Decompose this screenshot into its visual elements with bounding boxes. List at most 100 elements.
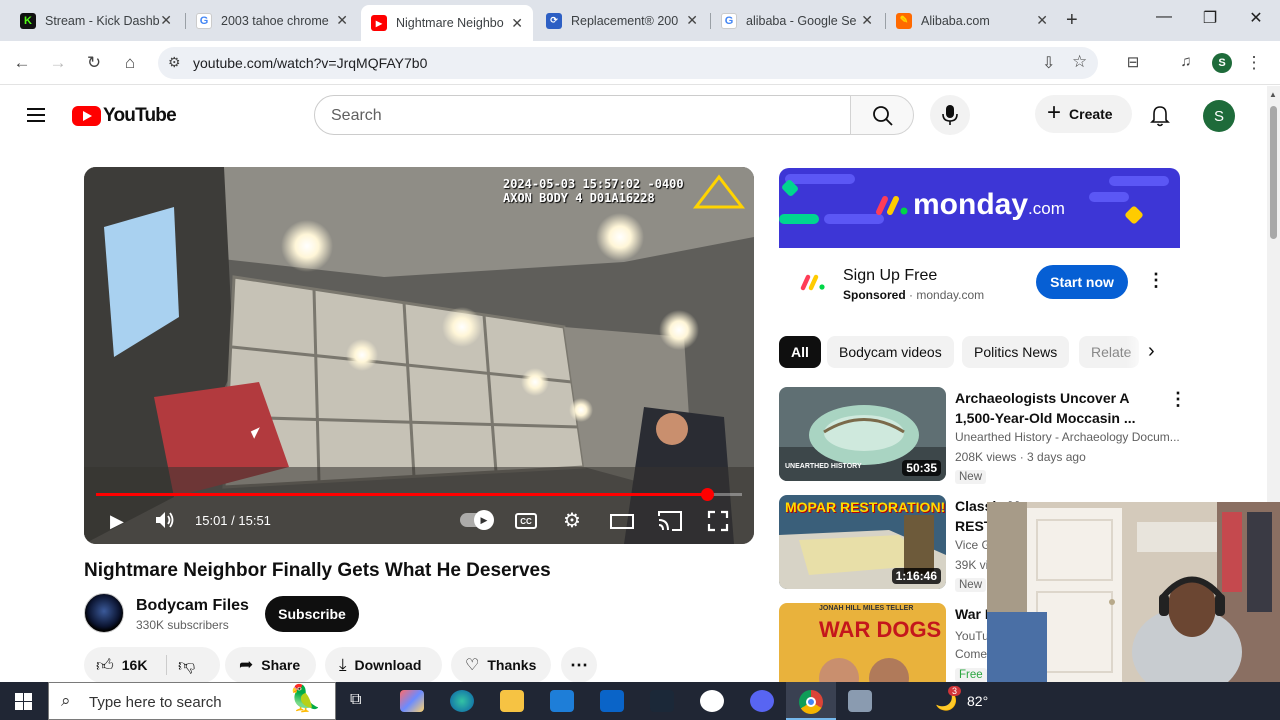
obs-icon[interactable] bbox=[700, 690, 724, 712]
close-tab-icon[interactable]: ✕ bbox=[686, 12, 698, 29]
edge-icon[interactable] bbox=[450, 690, 474, 712]
create-button[interactable]: + Create bbox=[1035, 95, 1132, 133]
tab-kick[interactable]: K Stream - Kick Dashb ✕ bbox=[10, 6, 182, 35]
install-app-icon[interactable]: ⇩ bbox=[1042, 53, 1055, 73]
thanks-heart-dollar-icon: ♡ bbox=[465, 657, 480, 674]
autoplay-toggle[interactable]: ▶ bbox=[460, 510, 494, 530]
close-window-icon[interactable]: ✕ bbox=[1233, 8, 1279, 28]
outlook-icon[interactable] bbox=[600, 690, 624, 712]
start-now-button[interactable]: Start now bbox=[1036, 265, 1128, 299]
progress-bar[interactable] bbox=[96, 488, 742, 501]
close-tab-icon[interactable]: ✕ bbox=[861, 12, 873, 29]
channel-name[interactable]: Unearthed History - Archaeology Docum... bbox=[955, 430, 1180, 444]
cast-icon[interactable] bbox=[657, 510, 683, 532]
recommended-video[interactable]: UNEARTHED HISTORY 50:35 Archaeologists U… bbox=[779, 387, 1187, 484]
chrome-taskbar-active[interactable] bbox=[786, 682, 836, 720]
volume-icon[interactable] bbox=[154, 510, 176, 530]
chip-all[interactable]: All bbox=[779, 336, 821, 368]
voice-search-button[interactable] bbox=[930, 95, 970, 135]
back-icon[interactable]: ← bbox=[11, 53, 33, 73]
tab-label: 2003 tahoe chrome bbox=[221, 13, 329, 28]
forward-icon[interactable]: → bbox=[47, 53, 69, 73]
chip-politics-news[interactable]: Politics News bbox=[962, 336, 1070, 368]
task-view-icon[interactable]: ⧉ bbox=[350, 691, 361, 709]
share-button[interactable]: ➦ Share bbox=[225, 647, 316, 683]
download-button[interactable]: ⤓ Download bbox=[325, 647, 442, 683]
close-tab-icon[interactable]: ✕ bbox=[336, 12, 348, 29]
video-title[interactable]: Archaeologists Uncover A 1,500-Year-Old … bbox=[955, 388, 1151, 428]
settings-gear-icon[interactable]: ⚙ bbox=[563, 508, 581, 533]
bodycam-device-id: AXON BODY 4 D01A16228 bbox=[503, 191, 655, 205]
video-thumbnail[interactable]: UNEARTHED HISTORY 50:35 bbox=[779, 387, 946, 481]
tab-alibaba[interactable]: ✎ Alibaba.com ✕ bbox=[886, 6, 1058, 35]
search-icon bbox=[873, 106, 893, 126]
search-input[interactable]: Search bbox=[314, 95, 851, 135]
subscribe-button[interactable]: Subscribe bbox=[265, 596, 359, 632]
notifications-bell-icon[interactable] bbox=[1150, 105, 1170, 127]
chevron-right-icon[interactable]: › bbox=[1148, 340, 1155, 363]
like-dislike-group: 👍︎ 16K 👎︎ bbox=[84, 647, 220, 683]
chip-bodycam-videos[interactable]: Bodycam videos bbox=[827, 336, 954, 368]
tab-label: alibaba - Google Se bbox=[746, 13, 857, 28]
more-actions-icon[interactable]: ⋯ bbox=[561, 647, 597, 683]
user-avatar[interactable]: S bbox=[1203, 100, 1235, 132]
menu-kebab-icon[interactable]: ⋮ bbox=[1243, 53, 1265, 73]
discord-icon[interactable] bbox=[750, 690, 774, 712]
video-player[interactable]: 2024-05-03 15:57:02 -0400 AXON BODY 4 D0… bbox=[84, 167, 754, 544]
reload-icon[interactable]: ↻ bbox=[83, 53, 105, 73]
channel-avatar[interactable] bbox=[84, 593, 124, 633]
minimize-icon[interactable]: — bbox=[1141, 8, 1187, 26]
fullscreen-icon[interactable] bbox=[707, 510, 729, 532]
ad-banner-image[interactable]: monday .com bbox=[779, 168, 1180, 248]
steam-icon[interactable] bbox=[650, 690, 674, 712]
app-window-icon[interactable] bbox=[848, 690, 872, 712]
monday-brand: monday bbox=[913, 188, 1029, 221]
scroll-up-icon[interactable]: ▲ bbox=[1269, 90, 1277, 99]
close-tab-icon[interactable]: ✕ bbox=[1036, 12, 1048, 29]
like-button[interactable]: 👍︎ 16K bbox=[84, 647, 166, 683]
new-tab-icon[interactable]: + bbox=[1066, 9, 1078, 32]
theater-mode-icon[interactable] bbox=[610, 514, 634, 529]
tab-google-tahoe[interactable]: G 2003 tahoe chrome ✕ bbox=[186, 6, 358, 35]
captions-icon[interactable]: CC bbox=[515, 513, 537, 529]
tab-label: Nightmare Neighbo bbox=[396, 16, 504, 30]
close-tab-icon[interactable]: ✕ bbox=[511, 15, 523, 32]
video-thumbnail[interactable]: MOPAR RESTORATION! 1:16:46 bbox=[779, 495, 946, 589]
video-thumbnail[interactable]: JONAH HILL MILES TELLER WAR DOGS bbox=[779, 603, 946, 682]
webcam-feed bbox=[987, 502, 1280, 682]
file-explorer-icon[interactable] bbox=[500, 690, 524, 712]
scrollbar-thumb[interactable] bbox=[1270, 106, 1277, 239]
taskbar-search-input[interactable]: ⌕ Type here to search 🦜 bbox=[48, 682, 336, 720]
thanks-button[interactable]: ♡ Thanks bbox=[451, 647, 551, 683]
tab-youtube-active[interactable]: ▶ Nightmare Neighbo ✕ bbox=[361, 5, 533, 41]
close-tab-icon[interactable]: ✕ bbox=[160, 12, 172, 29]
tab-autozone[interactable]: ⟳ Replacement® 200 ✕ bbox=[536, 6, 708, 35]
create-label: Create bbox=[1069, 106, 1113, 122]
channel-name[interactable]: Bodycam Files bbox=[136, 597, 249, 615]
ad-info: Sign Up Free Sponsored · monday.com Star… bbox=[779, 248, 1180, 320]
profile-avatar[interactable]: S bbox=[1212, 53, 1232, 73]
ad-title[interactable]: Sign Up Free bbox=[843, 267, 937, 285]
ad-more-icon[interactable]: ⋮ bbox=[1147, 270, 1165, 291]
thumbs-down-icon[interactable]: 👎︎ bbox=[178, 655, 195, 676]
microsoft-store-icon[interactable] bbox=[550, 690, 574, 712]
youtube-logo[interactable]: YouTube bbox=[72, 105, 177, 127]
more-options-icon[interactable]: ⋮ bbox=[1169, 389, 1187, 410]
windows-start-icon[interactable] bbox=[15, 693, 32, 710]
address-bar[interactable]: ⚙ youtube.com/watch?v=JrqMQFAY7b0 ⇩ ☆ bbox=[158, 47, 1098, 79]
site-info-icon[interactable]: ⚙ bbox=[168, 54, 181, 71]
copilot-icon[interactable] bbox=[400, 690, 424, 712]
alibaba-icon: ✎ bbox=[896, 12, 912, 29]
bookmark-star-icon[interactable]: ☆ bbox=[1072, 52, 1087, 72]
restore-icon[interactable]: ❐ bbox=[1187, 8, 1233, 28]
home-icon[interactable]: ⌂ bbox=[119, 53, 141, 73]
media-control-icon[interactable]: ♫ bbox=[1175, 53, 1197, 70]
search-button[interactable] bbox=[850, 95, 914, 135]
tab-search-icon[interactable]: ⊟ bbox=[1122, 53, 1144, 71]
webcam-overlay bbox=[987, 502, 1280, 682]
play-icon[interactable]: ▶ bbox=[110, 511, 124, 532]
subscriber-count: 330K subscribers bbox=[136, 618, 229, 632]
hamburger-menu-icon[interactable] bbox=[27, 104, 45, 126]
google-icon: G bbox=[721, 12, 737, 29]
tab-google-alibaba[interactable]: G alibaba - Google Se ✕ bbox=[711, 6, 883, 35]
